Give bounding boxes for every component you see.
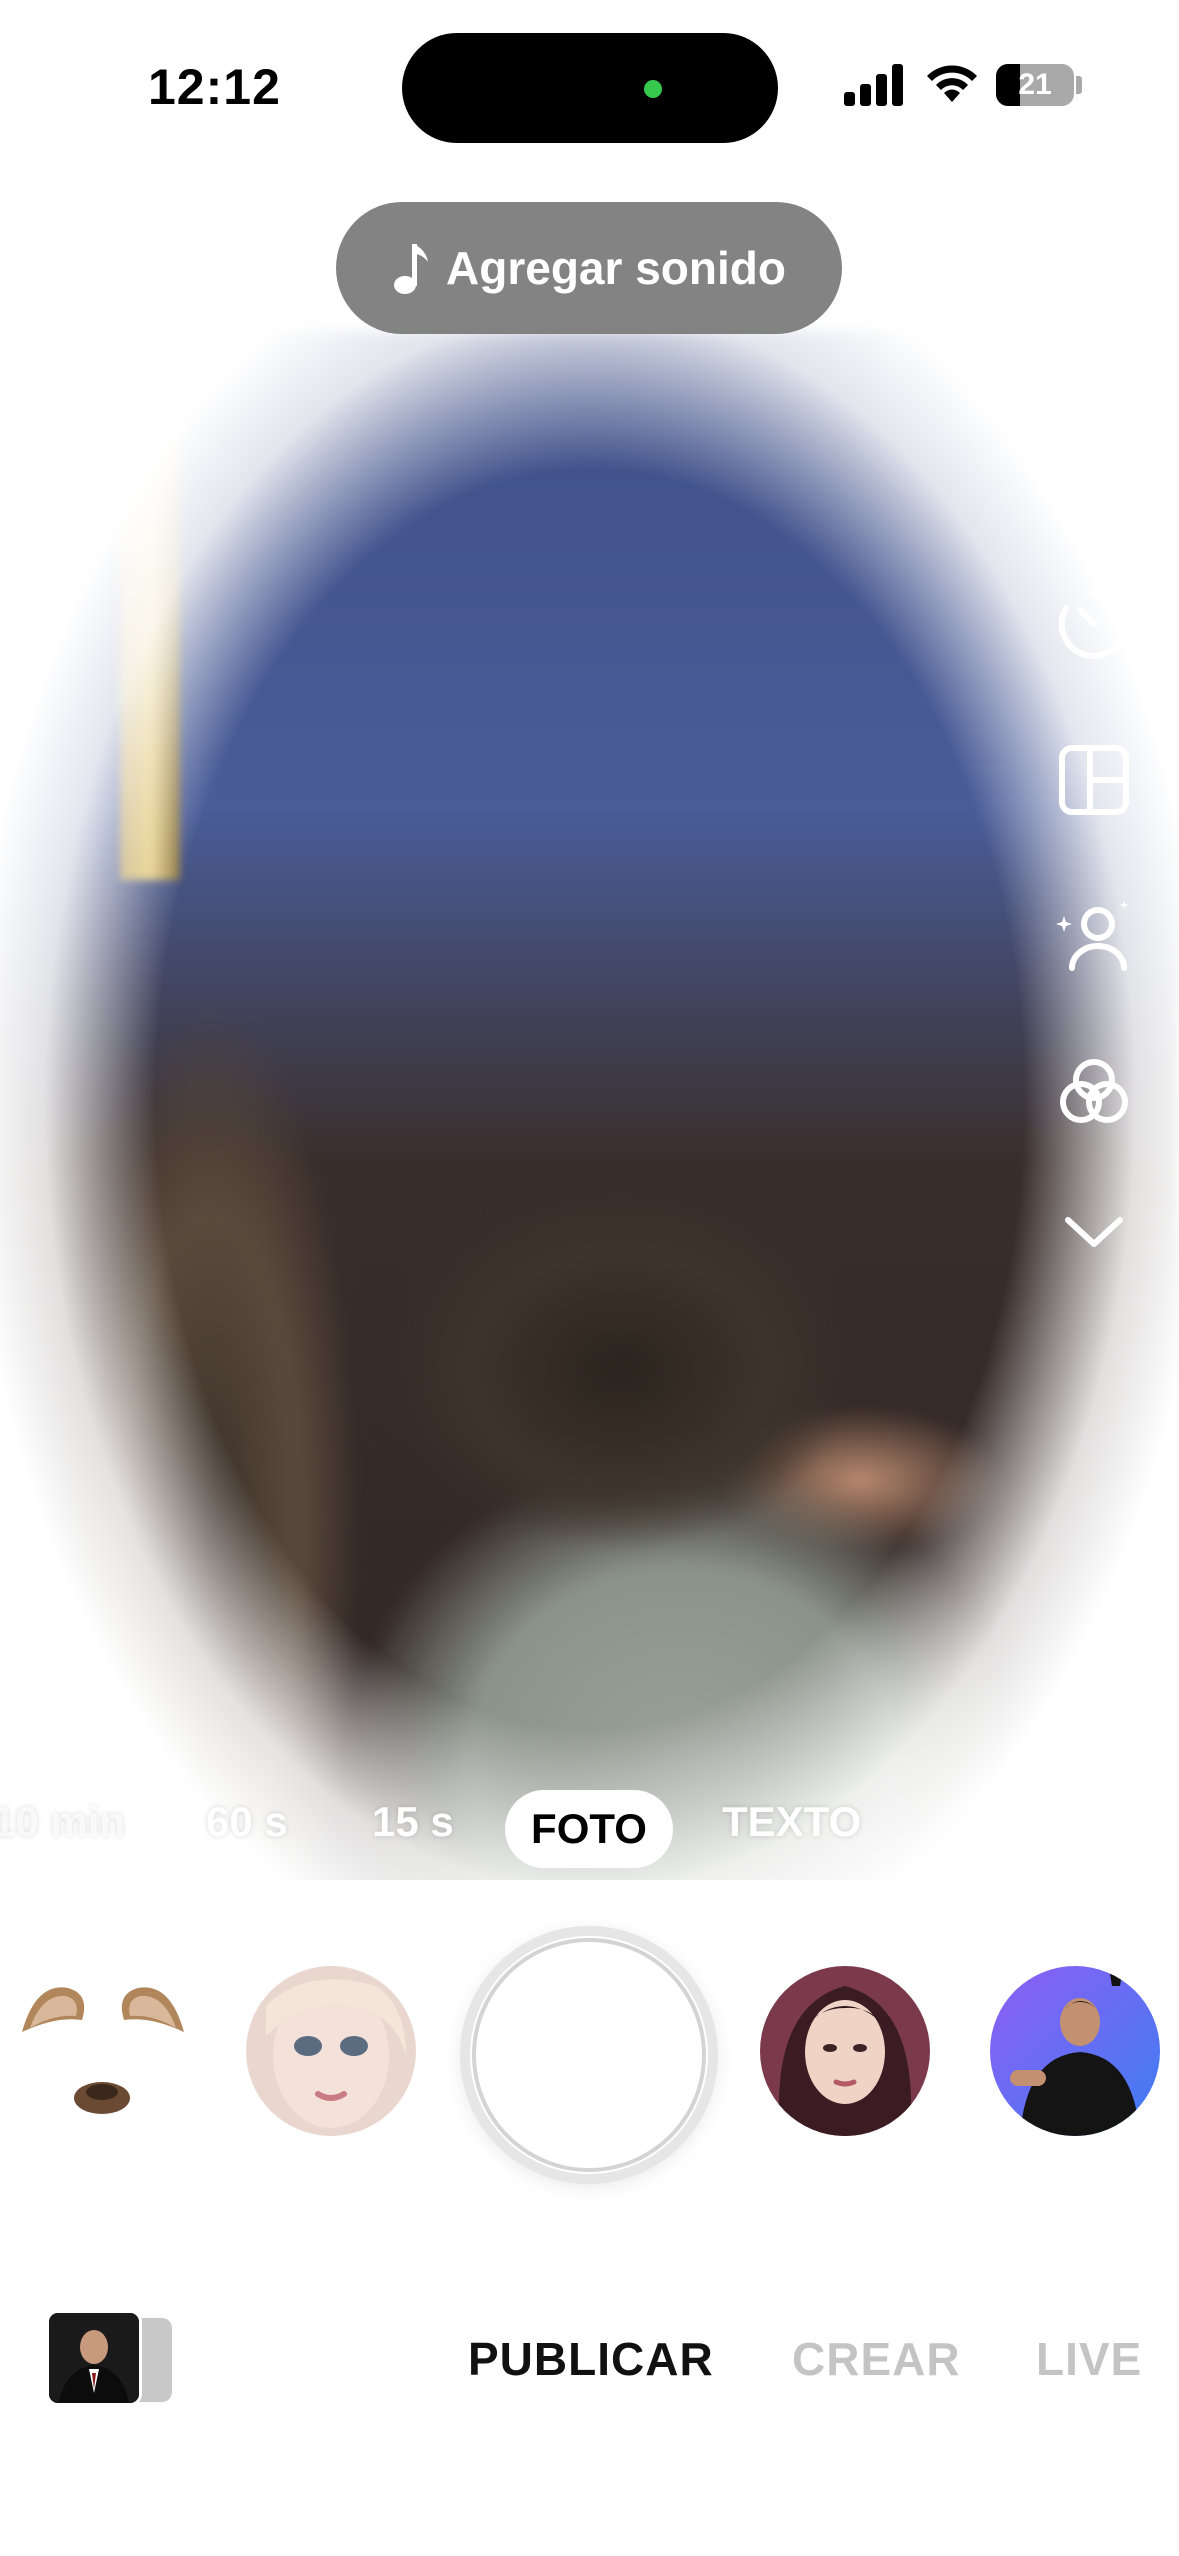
flash-icon <box>1074 398 1114 466</box>
flash-button[interactable] <box>1052 390 1136 474</box>
dog-ears-effect[interactable] <box>16 1980 190 2120</box>
mode-10-min[interactable]: 10 min <box>0 1798 125 1846</box>
more-tools-button[interactable] <box>1052 1190 1136 1274</box>
close-icon[interactable] <box>56 240 128 312</box>
camera-in-use-indicator <box>644 80 662 98</box>
battery-icon: 21 <box>996 64 1074 106</box>
add-sound-label: Agregar sonido <box>446 242 786 294</box>
layout-button[interactable] <box>1052 738 1136 822</box>
tab-live[interactable]: LIVE <box>1036 2332 1142 2386</box>
chevron-down-icon <box>1065 1217 1123 1247</box>
mode-texto[interactable]: TEXTO <box>722 1798 861 1846</box>
timer-button[interactable] <box>1052 582 1136 666</box>
status-time: 12:12 <box>148 59 281 115</box>
battery-level: 21 <box>1018 68 1052 101</box>
flip-camera-icon <box>1065 247 1123 305</box>
toolbar-divider <box>1068 526 1120 529</box>
filters-button[interactable] <box>1052 1050 1136 1134</box>
add-sound-button[interactable]: Agregar sonido <box>336 202 842 334</box>
tab-crear[interactable]: CREAR <box>792 2332 961 2386</box>
tab-publicar[interactable]: PUBLICAR <box>468 2332 714 2386</box>
mode-foto-selected[interactable]: FOTO <box>505 1790 673 1868</box>
dynamic-island <box>402 33 778 143</box>
flip-camera-button[interactable] <box>1052 234 1136 318</box>
shutter-button-inner <box>472 1938 706 2172</box>
timer-icon <box>1058 589 1129 659</box>
battery-cap <box>1076 76 1082 94</box>
music-note-icon <box>394 244 429 294</box>
camera-preview-detail <box>120 360 180 880</box>
doll-face-effect[interactable] <box>246 1966 416 2136</box>
mode-15-s[interactable]: 15 s <box>372 1798 454 1846</box>
beauty-icon <box>1056 900 1129 971</box>
cellular-signal-icon <box>844 62 904 106</box>
portrait-effect[interactable] <box>760 1966 930 2136</box>
layout-icon <box>1059 745 1129 815</box>
gallery-thumbnail[interactable] <box>46 2310 142 2406</box>
sign-language-effect[interactable] <box>990 1966 1160 2136</box>
filters-icon <box>1060 1059 1128 1123</box>
mode-60-s[interactable]: 60 s <box>206 1798 288 1846</box>
wifi-icon <box>927 65 977 102</box>
beauty-button[interactable] <box>1052 894 1136 978</box>
